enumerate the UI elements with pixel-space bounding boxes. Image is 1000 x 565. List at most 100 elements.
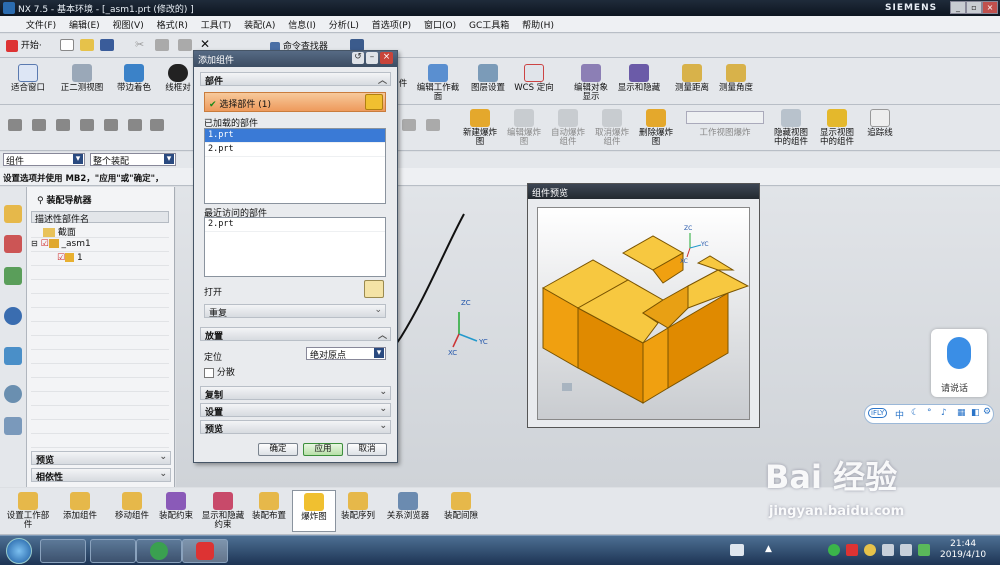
type-filter-select[interactable]: 组件 ▾ (3, 153, 85, 167)
settings-section-header[interactable]: 设置 ⌄ (200, 403, 391, 418)
wcs-button[interactable]: WCS 定向 (514, 64, 554, 93)
menu-edit[interactable]: 编辑(E) (64, 16, 105, 33)
keyboard-icon[interactable]: ▦ (957, 408, 966, 418)
feature-icon[interactable] (150, 119, 164, 131)
preview-viewport[interactable]: ZC YC XC (537, 207, 750, 420)
taskbar-app-nx[interactable] (182, 539, 228, 563)
section-button[interactable]: 编辑工作截面 (415, 64, 461, 102)
menu-help[interactable]: 帮助(H) (517, 16, 559, 33)
column-header[interactable]: 描述性部件名 (31, 211, 169, 225)
relation-browser-button[interactable]: 关系浏览器 (386, 492, 430, 521)
tray-ime-icon[interactable] (730, 544, 744, 556)
add-component-button[interactable]: 添加组件 (58, 492, 102, 521)
menu-analysis[interactable]: 分析(L) (324, 16, 364, 33)
feature-icon[interactable] (32, 119, 46, 131)
reset-icon[interactable]: ↺ (352, 52, 364, 64)
skin-icon[interactable]: ◧ (971, 408, 980, 418)
roles-icon[interactable] (4, 417, 22, 435)
new-explosion-button[interactable]: 新建爆炸图 (460, 109, 500, 147)
web-browser-icon[interactable] (4, 307, 22, 325)
fit-button[interactable]: 适合窗口 (6, 64, 50, 93)
tray-app-icon[interactable] (846, 544, 858, 556)
taskbar-app-explorer[interactable] (40, 539, 86, 563)
feature-icon[interactable] (426, 119, 440, 131)
microphone-icon[interactable] (947, 337, 971, 369)
tree-row-asm[interactable]: ⊟ ☑ _asm1 (31, 239, 169, 252)
tree-row-part[interactable]: ☑ 1 (31, 253, 169, 266)
feature-icon[interactable] (104, 119, 118, 131)
minimize-button[interactable]: _ (950, 1, 966, 14)
voice-input-widget[interactable]: 请说话 (931, 329, 987, 397)
cancel-button[interactable]: 取消 (347, 443, 387, 456)
restore-button[interactable]: ▫ (966, 1, 982, 14)
assembly-sequence-button[interactable]: 装配序列 (338, 492, 378, 521)
feature-icon[interactable] (80, 119, 94, 131)
exploded-view-button[interactable]: 爆炸图 (292, 490, 336, 532)
start-button[interactable]: 开始· (6, 38, 42, 52)
collapse-icon[interactable]: – (366, 52, 378, 64)
select-part-icon[interactable] (365, 94, 383, 110)
mic-icon[interactable]: ♪ (941, 408, 947, 418)
layer-button[interactable]: 图层设置 (468, 64, 508, 93)
new-icon[interactable] (60, 39, 74, 51)
show-hide-button[interactable]: 显示和隐藏 (617, 64, 661, 93)
placement-section-header[interactable]: 放置 ︿ (200, 327, 391, 342)
save-icon[interactable] (100, 39, 114, 51)
preview-section-header[interactable]: 预览 ⌄ (200, 420, 391, 435)
feature-icon[interactable] (128, 119, 142, 131)
auto-explode-button[interactable]: 自动爆炸组件 (548, 109, 588, 147)
tray-wechat-icon[interactable] (828, 544, 840, 556)
set-work-part-button[interactable]: 设置工作部件 (6, 492, 50, 530)
measure-angle-button[interactable]: 测量角度 (716, 64, 756, 93)
positioning-select[interactable]: 绝对原点 ▾ (306, 347, 386, 361)
loaded-parts-list[interactable]: 1.prt 2.prt (204, 128, 386, 204)
open-folder-icon[interactable] (364, 280, 384, 298)
moon-icon[interactable]: ☾ (911, 408, 919, 418)
show-in-view-button[interactable]: 显示视图中的组件 (816, 109, 858, 147)
measure-distance-button[interactable]: 测量距离 (672, 64, 712, 93)
taskbar-app-browser[interactable] (136, 539, 182, 563)
part-navigator-icon[interactable] (4, 267, 22, 285)
move-component-button[interactable]: 移动组件 (110, 492, 154, 521)
assembly-clearance-button[interactable]: 装配间隙 (438, 492, 484, 521)
taskbar-app-paint[interactable] (90, 539, 136, 563)
menu-window[interactable]: 窗口(O) (419, 16, 461, 33)
assembly-constraint-button[interactable]: 装配约束 (156, 492, 196, 521)
trimetric-button[interactable]: 正二测视图 (60, 64, 104, 93)
tray-volume-icon[interactable] (900, 544, 912, 556)
preview-section[interactable]: 预览 ⌄ (31, 451, 171, 466)
history-icon[interactable] (4, 347, 22, 365)
dependency-section[interactable]: 相依性 ⌄ (31, 468, 171, 483)
menu-assembly[interactable]: 装配(A) (239, 16, 280, 33)
delete-icon[interactable]: ✕ (200, 37, 210, 51)
edit-explosion-button[interactable]: 编辑爆炸图 (504, 109, 544, 147)
scope-filter-select[interactable]: 整个装配 ▾ (90, 153, 176, 167)
repeat-section[interactable]: 重复 ⌄ (204, 304, 386, 319)
delete-explosion-button[interactable]: 删除爆炸图 (636, 109, 676, 147)
scatter-checkbox[interactable]: 分散 (204, 365, 235, 378)
cut-icon[interactable]: ✂ (135, 38, 144, 51)
ime-toolbar[interactable]: iFLY 中 ☾ ° ♪ ▦ ◧ ⚙ (864, 404, 994, 424)
list-item[interactable]: 2.prt (205, 218, 385, 232)
feature-icon[interactable] (56, 119, 70, 131)
menu-gc-toolbox[interactable]: GC工具箱 (464, 16, 514, 33)
app-menu-icon[interactable] (0, 24, 18, 28)
wireframe-button[interactable]: 线框对 (163, 64, 193, 93)
shaded-edge-button[interactable]: 带边着色 (112, 64, 156, 93)
recent-parts-list[interactable]: 2.prt (204, 217, 386, 277)
close-button[interactable]: × (982, 1, 998, 14)
hide-in-view-button[interactable]: 隐藏视图中的组件 (770, 109, 812, 147)
unexplode-button[interactable]: 取消爆炸组件 (592, 109, 632, 147)
tray-security-icon[interactable] (918, 544, 930, 556)
list-item[interactable]: 1.prt (205, 129, 385, 143)
copy-icon[interactable] (155, 39, 169, 51)
menu-preferences[interactable]: 首选项(P) (367, 16, 416, 33)
menu-info[interactable]: 信息(I) (283, 16, 321, 33)
paste-icon[interactable] (178, 39, 192, 51)
ok-button[interactable]: 确定 (258, 443, 298, 456)
feature-icon[interactable] (402, 119, 416, 131)
ime-mode[interactable]: 中 (895, 408, 904, 421)
apply-button[interactable]: 应用 (303, 443, 343, 456)
trace-line-button[interactable]: 追踪线 (862, 109, 898, 138)
tray-network-icon[interactable] (882, 544, 894, 556)
